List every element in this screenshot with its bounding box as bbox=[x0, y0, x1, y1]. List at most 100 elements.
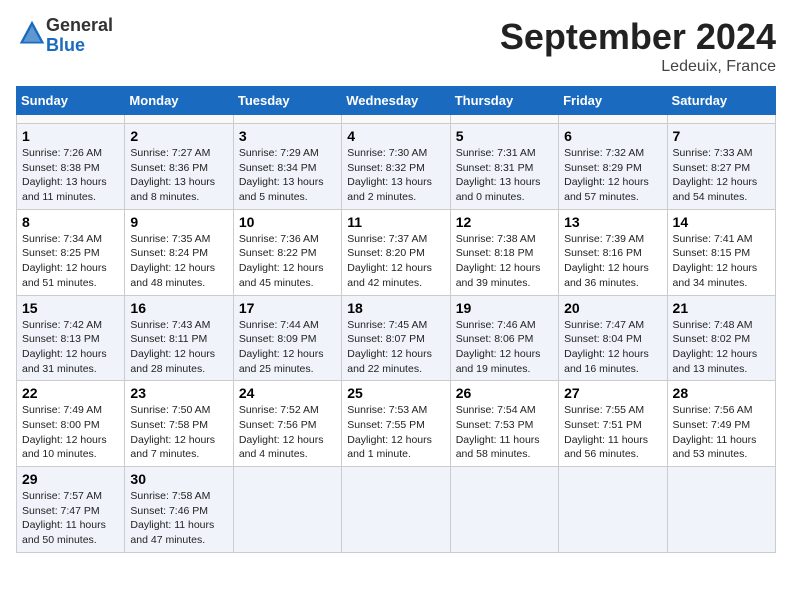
day-info: Sunrise: 7:47 AMSunset: 8:04 PMDaylight:… bbox=[564, 318, 661, 377]
calendar-cell: 11Sunrise: 7:37 AMSunset: 8:20 PMDayligh… bbox=[342, 209, 450, 295]
calendar-cell: 10Sunrise: 7:36 AMSunset: 8:22 PMDayligh… bbox=[233, 209, 341, 295]
day-number: 26 bbox=[456, 385, 553, 401]
calendar-body: 1Sunrise: 7:26 AMSunset: 8:38 PMDaylight… bbox=[17, 115, 776, 553]
day-number: 25 bbox=[347, 385, 444, 401]
day-number: 22 bbox=[22, 385, 119, 401]
calendar-cell: 15Sunrise: 7:42 AMSunset: 8:13 PMDayligh… bbox=[17, 295, 125, 381]
calendar-week-2: 8 Sunrise: 7:34 AMSunset: 8:25 PMDaylight… bbox=[17, 209, 776, 295]
calendar-cell: 14 Sunrise: 7:41 AMSunset: 8:15 PMDayligh… bbox=[667, 209, 775, 295]
day-info: Sunrise: 7:44 AMSunset: 8:09 PMDaylight:… bbox=[239, 318, 336, 377]
day-info: Sunrise: 7:55 AMSunset: 7:51 PMDaylight:… bbox=[564, 403, 661, 462]
day-info: Sunrise: 7:42 AMSunset: 8:13 PMDaylight:… bbox=[22, 318, 119, 377]
day-number: 27 bbox=[564, 385, 661, 401]
calendar-cell: 5 Sunrise: 7:31 AMSunset: 8:31 PMDaylight… bbox=[450, 124, 558, 210]
weekday-header-saturday: Saturday bbox=[667, 87, 775, 115]
calendar-cell: 17 Sunrise: 7:44 AMSunset: 8:09 PMDayligh… bbox=[233, 295, 341, 381]
calendar-cell: 27 Sunrise: 7:55 AMSunset: 7:51 PMDayligh… bbox=[559, 381, 667, 467]
day-info: Sunrise: 7:50 AMSunset: 7:58 PMDaylight:… bbox=[130, 403, 227, 462]
day-number: 12 bbox=[456, 214, 553, 230]
logo-icon bbox=[18, 19, 46, 47]
logo: General Blue bbox=[16, 16, 113, 56]
weekday-header-row: SundayMondayTuesdayWednesdayThursdayFrid… bbox=[17, 87, 776, 115]
calendar-cell: 2Sunrise: 7:27 AMSunset: 8:36 PMDaylight… bbox=[125, 124, 233, 210]
day-info: Sunrise: 7:41 AMSunset: 8:15 PMDaylight:… bbox=[673, 232, 770, 291]
calendar-cell bbox=[233, 115, 341, 124]
day-info: Sunrise: 7:33 AMSunset: 8:27 PMDaylight:… bbox=[673, 146, 770, 205]
calendar-cell: 23Sunrise: 7:50 AMSunset: 7:58 PMDayligh… bbox=[125, 381, 233, 467]
day-info: Sunrise: 7:49 AMSunset: 8:00 PMDaylight:… bbox=[22, 403, 119, 462]
location: Ledeuix, France bbox=[500, 58, 776, 76]
day-number: 8 bbox=[22, 214, 119, 230]
calendar-cell: 28Sunrise: 7:56 AMSunset: 7:49 PMDayligh… bbox=[667, 381, 775, 467]
month-title: September 2024 bbox=[500, 16, 776, 58]
day-info: Sunrise: 7:37 AMSunset: 8:20 PMDaylight:… bbox=[347, 232, 444, 291]
calendar-cell bbox=[17, 115, 125, 124]
weekday-header-monday: Monday bbox=[125, 87, 233, 115]
calendar-cell: 19 Sunrise: 7:46 AMSunset: 8:06 PMDayligh… bbox=[450, 295, 558, 381]
day-info: Sunrise: 7:39 AMSunset: 8:16 PMDaylight:… bbox=[564, 232, 661, 291]
calendar-cell: 1Sunrise: 7:26 AMSunset: 8:38 PMDaylight… bbox=[17, 124, 125, 210]
day-info: Sunrise: 7:57 AMSunset: 7:47 PMDaylight:… bbox=[22, 489, 119, 548]
logo-text: General Blue bbox=[46, 16, 113, 56]
calendar-cell: 25 Sunrise: 7:53 AMSunset: 7:55 PMDayligh… bbox=[342, 381, 450, 467]
calendar-cell: 12 Sunrise: 7:38 AMSunset: 8:18 PMDayligh… bbox=[450, 209, 558, 295]
day-number: 4 bbox=[347, 128, 444, 144]
day-info: Sunrise: 7:32 AMSunset: 8:29 PMDaylight:… bbox=[564, 146, 661, 205]
title-block: September 2024 Ledeuix, France bbox=[500, 16, 776, 76]
weekday-header-sunday: Sunday bbox=[17, 87, 125, 115]
calendar-cell: 22 Sunrise: 7:49 AMSunset: 8:00 PMDayligh… bbox=[17, 381, 125, 467]
day-number: 5 bbox=[456, 128, 553, 144]
calendar-week-5: 29Sunrise: 7:57 AMSunset: 7:47 PMDayligh… bbox=[17, 467, 776, 553]
weekday-header-thursday: Thursday bbox=[450, 87, 558, 115]
day-info: Sunrise: 7:34 AMSunset: 8:25 PMDaylight:… bbox=[22, 232, 119, 291]
day-number: 18 bbox=[347, 300, 444, 316]
day-number: 16 bbox=[130, 300, 227, 316]
logo-blue: Blue bbox=[46, 35, 85, 55]
calendar-cell bbox=[342, 467, 450, 553]
day-number: 2 bbox=[130, 128, 227, 144]
day-info: Sunrise: 7:52 AMSunset: 7:56 PMDaylight:… bbox=[239, 403, 336, 462]
calendar-cell: 8 Sunrise: 7:34 AMSunset: 8:25 PMDaylight… bbox=[17, 209, 125, 295]
calendar-cell bbox=[667, 467, 775, 553]
day-number: 3 bbox=[239, 128, 336, 144]
day-info: Sunrise: 7:43 AMSunset: 8:11 PMDaylight:… bbox=[130, 318, 227, 377]
day-number: 19 bbox=[456, 300, 553, 316]
calendar-cell: 16 Sunrise: 7:43 AMSunset: 8:11 PMDayligh… bbox=[125, 295, 233, 381]
calendar-cell: 7Sunrise: 7:33 AMSunset: 8:27 PMDaylight… bbox=[667, 124, 775, 210]
day-number: 13 bbox=[564, 214, 661, 230]
day-info: Sunrise: 7:46 AMSunset: 8:06 PMDaylight:… bbox=[456, 318, 553, 377]
day-number: 6 bbox=[564, 128, 661, 144]
weekday-header-wednesday: Wednesday bbox=[342, 87, 450, 115]
calendar-table: SundayMondayTuesdayWednesdayThursdayFrid… bbox=[16, 86, 776, 553]
day-number: 14 bbox=[673, 214, 770, 230]
day-info: Sunrise: 7:53 AMSunset: 7:55 PMDaylight:… bbox=[347, 403, 444, 462]
day-number: 20 bbox=[564, 300, 661, 316]
calendar-cell bbox=[559, 467, 667, 553]
day-info: Sunrise: 7:58 AMSunset: 7:46 PMDaylight:… bbox=[130, 489, 227, 548]
calendar-week-0 bbox=[17, 115, 776, 124]
day-info: Sunrise: 7:30 AMSunset: 8:32 PMDaylight:… bbox=[347, 146, 444, 205]
day-info: Sunrise: 7:36 AMSunset: 8:22 PMDaylight:… bbox=[239, 232, 336, 291]
day-number: 17 bbox=[239, 300, 336, 316]
day-info: Sunrise: 7:54 AMSunset: 7:53 PMDaylight:… bbox=[456, 403, 553, 462]
day-info: Sunrise: 7:48 AMSunset: 8:02 PMDaylight:… bbox=[673, 318, 770, 377]
day-info: Sunrise: 7:38 AMSunset: 8:18 PMDaylight:… bbox=[456, 232, 553, 291]
page-header: General Blue September 2024 Ledeuix, Fra… bbox=[16, 16, 776, 76]
calendar-cell: 24Sunrise: 7:52 AMSunset: 7:56 PMDayligh… bbox=[233, 381, 341, 467]
day-number: 21 bbox=[673, 300, 770, 316]
calendar-cell: 6 Sunrise: 7:32 AMSunset: 8:29 PMDaylight… bbox=[559, 124, 667, 210]
calendar-cell bbox=[450, 467, 558, 553]
day-info: Sunrise: 7:31 AMSunset: 8:31 PMDaylight:… bbox=[456, 146, 553, 205]
calendar-cell bbox=[559, 115, 667, 124]
day-number: 9 bbox=[130, 214, 227, 230]
calendar-cell: 18Sunrise: 7:45 AMSunset: 8:07 PMDayligh… bbox=[342, 295, 450, 381]
calendar-cell: 9 Sunrise: 7:35 AMSunset: 8:24 PMDaylight… bbox=[125, 209, 233, 295]
day-info: Sunrise: 7:35 AMSunset: 8:24 PMDaylight:… bbox=[130, 232, 227, 291]
calendar-cell: 29Sunrise: 7:57 AMSunset: 7:47 PMDayligh… bbox=[17, 467, 125, 553]
calendar-cell bbox=[450, 115, 558, 124]
calendar-cell: 21 Sunrise: 7:48 AMSunset: 8:02 PMDayligh… bbox=[667, 295, 775, 381]
calendar-cell bbox=[233, 467, 341, 553]
day-number: 1 bbox=[22, 128, 119, 144]
logo-general: General bbox=[46, 15, 113, 35]
calendar-cell: 20 Sunrise: 7:47 AMSunset: 8:04 PMDayligh… bbox=[559, 295, 667, 381]
